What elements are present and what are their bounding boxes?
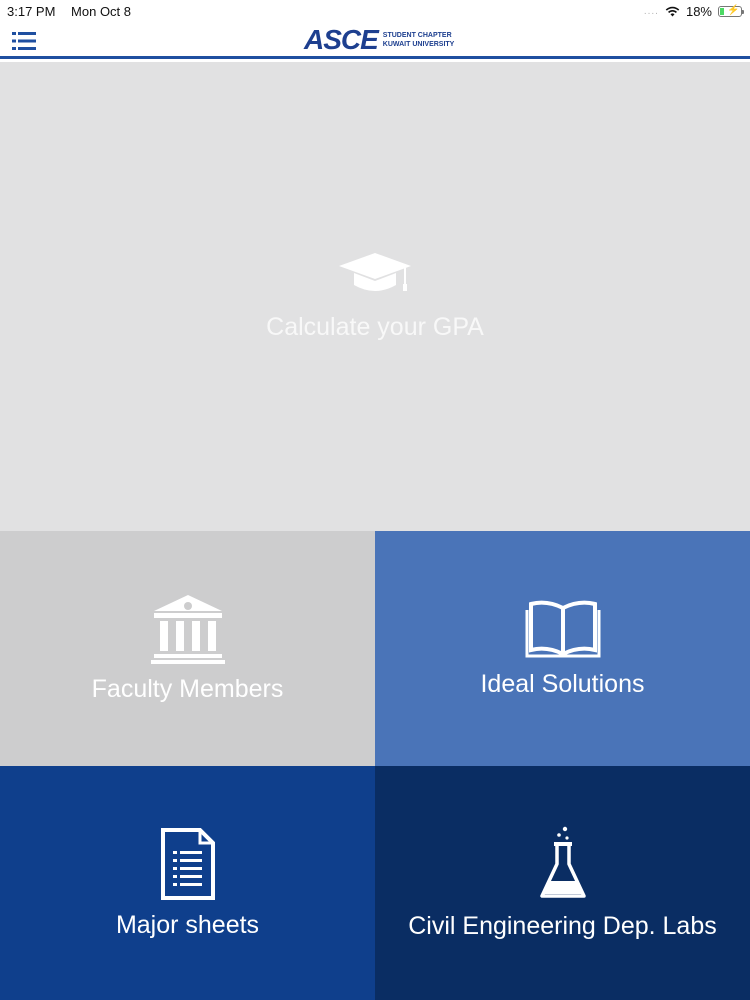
charging-bolt-icon: ⚡ [727,4,740,16]
nav-bar: ASCE STUDENT CHAPTER KUWAIT UNIVERSITY [0,22,750,59]
institution-icon [150,595,225,664]
logo-subtitle-line2: KUWAIT UNIVERSITY [382,41,455,48]
status-bar: 3:17 PM Mon Oct 8 .... 18% ⚡ [0,0,750,22]
flask-icon [539,826,586,898]
civil-engineering-labs-label: Civil Engineering Dep. Labs [408,911,717,940]
status-time: 3:17 PM [7,3,56,19]
major-sheets-tile[interactable]: Major sheets [0,766,375,1000]
open-book-icon [525,600,600,658]
civil-engineering-labs-tile[interactable]: Civil Engineering Dep. Labs [375,766,750,1000]
menu-button[interactable] [12,31,36,51]
logo-subtitle: STUDENT CHAPTER KUWAIT UNIVERSITY [383,31,455,49]
faculty-members-tile[interactable]: Faculty Members [0,531,375,766]
signal-dots: .... [643,5,659,17]
status-date: Mon Oct 8 [71,3,132,19]
battery-level [720,7,724,15]
battery-icon: ⚡ [718,4,744,17]
calculate-gpa-label: Calculate your GPA [266,313,484,341]
major-sheets-label: Major sheets [115,910,260,939]
status-right: .... 18% ⚡ [643,3,744,19]
graduation-cap-icon [339,253,411,291]
status-left: 3:17 PM Mon Oct 8 [7,4,143,19]
logo-wordmark: ASCE [304,24,379,55]
faculty-members-label: Faculty Members [91,675,284,703]
asce-logo: ASCE STUDENT CHAPTER KUWAIT UNIVERSITY [304,26,454,54]
list-menu-icon [12,32,36,50]
logo-subtitle-line1: STUDENT CHAPTER [382,32,452,39]
wifi-icon [665,6,680,16]
battery-percent: 18% [685,3,712,19]
calculate-gpa-tile[interactable]: Calculate your GPA [0,62,750,531]
ideal-solutions-tile[interactable]: Ideal Solutions [375,531,750,766]
ideal-solutions-label: Ideal Solutions [480,670,645,698]
document-list-icon [160,827,215,900]
